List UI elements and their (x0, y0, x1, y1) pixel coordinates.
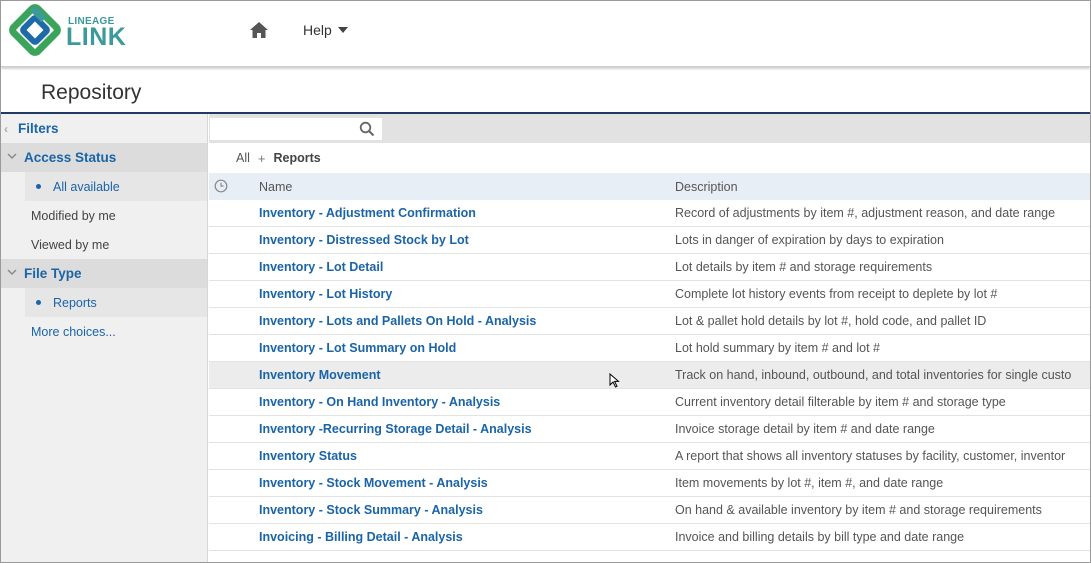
help-menu[interactable]: Help (303, 22, 348, 38)
logo-mark-icon (9, 4, 61, 56)
report-name-link[interactable]: Inventory - Lots and Pallets On Hold - A… (259, 314, 536, 328)
report-description: On hand & available inventory by item # … (675, 503, 1042, 517)
filter-label: Modified by me (31, 208, 116, 223)
filter-label: Viewed by me (31, 237, 110, 252)
table-row[interactable]: Inventory - On Hand Inventory - Analysis… (209, 389, 1090, 416)
report-description: Track on hand, inbound, outbound, and to… (675, 368, 1072, 382)
filter-label: All available (53, 179, 120, 194)
report-name-link[interactable]: Inventory -Recurring Storage Detail - An… (259, 422, 532, 436)
breadcrumb-root[interactable]: All (236, 151, 250, 165)
report-description: Invoice and billing details by bill type… (675, 530, 965, 544)
table-row[interactable]: Inventory - Stock Summary - Analysis On h… (209, 497, 1090, 524)
filters-label: Filters (18, 121, 59, 136)
lineage-link-logo[interactable]: LINEAGE LINK (9, 4, 129, 58)
report-description: A report that shows all inventory status… (675, 449, 1066, 463)
repository-main: All + Reports Name Description Inventory… (209, 114, 1090, 562)
column-header-name[interactable]: Name (259, 180, 292, 194)
mouse-pointer-icon (609, 373, 620, 388)
more-choices-link[interactable]: More choices... (1, 317, 207, 346)
access-status-section-toggle[interactable]: Access Status (1, 143, 207, 172)
chevron-left-icon: ‹ (4, 122, 8, 136)
report-description: Lots in danger of expiration by days to … (675, 233, 944, 247)
report-name-link[interactable]: Inventory - Stock Movement - Analysis (259, 476, 488, 490)
report-name-link[interactable]: Inventory Status (259, 449, 357, 463)
plus-separator-icon: + (257, 150, 266, 166)
report-description: Invoice storage detail by item # and dat… (675, 422, 935, 436)
report-name-link[interactable]: Inventory Movement (259, 368, 381, 382)
section-label-access-status: Access Status (24, 150, 117, 165)
table-header: Name Description (209, 173, 1090, 200)
search-bar (209, 114, 1090, 143)
report-name-link[interactable]: Inventory - Lot Detail (259, 260, 383, 274)
filters-header[interactable]: ‹ Filters (1, 114, 207, 143)
chevron-down-icon (7, 269, 17, 275)
report-name-link[interactable]: Inventory - On Hand Inventory - Analysis (259, 395, 500, 409)
section-label-file-type: File Type (24, 266, 82, 281)
table-row[interactable]: Inventory - Lots and Pallets On Hold - A… (209, 308, 1090, 335)
report-description: Lot & pallet hold details by lot #, hold… (675, 314, 987, 328)
report-description: Complete lot history events from receipt… (675, 287, 998, 301)
filter-reports[interactable]: Reports (1, 288, 207, 317)
breadcrumb-current: Reports (273, 151, 321, 165)
filters-sidebar: ‹ Filters Access Status All available Mo… (1, 114, 208, 562)
top-navigation-bar: LINEAGE LINK Help (1, 1, 1090, 67)
filter-all-available[interactable]: All available (1, 172, 207, 201)
report-description: Item movements by lot #, item #, and dat… (675, 476, 944, 490)
table-row[interactable]: Invoicing - Billing Detail - Analysis Inv… (209, 524, 1090, 551)
table-row[interactable]: Inventory - Lot Detail Lot details by ite… (209, 254, 1090, 281)
logo-text-big: LINK (66, 23, 127, 51)
more-choices-label: More choices... (31, 324, 116, 339)
app-window: LINEAGE LINK Help Repository ‹ Filters A… (0, 0, 1091, 563)
report-name-link[interactable]: Inventory - Adjustment Confirmation (259, 206, 476, 220)
breadcrumb: All + Reports (209, 143, 1090, 173)
selected-bullet-icon (36, 184, 41, 189)
report-description: Lot hold summary by item # and lot # (675, 341, 880, 355)
caret-down-icon (337, 27, 348, 33)
table-row[interactable]: Inventory - Lot History Complete lot hist… (209, 281, 1090, 308)
filter-modified-by-me[interactable]: Modified by me (1, 201, 207, 230)
filter-viewed-by-me[interactable]: Viewed by me (1, 230, 207, 259)
report-description: Current inventory detail filterable by i… (675, 395, 1006, 409)
table-row[interactable]: Inventory - Lot Summary on Hold Lot hold … (209, 335, 1090, 362)
page-header: Repository (1, 71, 1090, 114)
table-row[interactable]: Inventory - Adjustment Confirmation Recor… (209, 200, 1090, 227)
table-row[interactable]: Inventory - Distressed Stock by Lot Lots … (209, 227, 1090, 254)
home-icon[interactable] (248, 20, 270, 40)
table-row[interactable]: Inventory -Recurring Storage Detail - An… (209, 416, 1090, 443)
search-icon[interactable] (359, 121, 375, 137)
column-header-description[interactable]: Description (675, 180, 738, 194)
table-row[interactable]: Inventory Status A report that shows all … (209, 443, 1090, 470)
page-title: Repository (41, 81, 142, 104)
report-name-link[interactable]: Inventory - Lot Summary on Hold (259, 341, 456, 355)
filter-label: Reports (53, 295, 97, 310)
table-row[interactable]: Inventory Movement Track on hand, inbound… (209, 362, 1090, 389)
report-name-link[interactable]: Inventory - Lot History (259, 287, 392, 301)
report-list: Inventory - Adjustment Confirmation Recor… (209, 200, 1090, 551)
report-name-link[interactable]: Inventory - Distressed Stock by Lot (259, 233, 469, 247)
file-type-section-toggle[interactable]: File Type (1, 259, 207, 288)
help-menu-label: Help (303, 22, 332, 38)
report-name-link[interactable]: Invoicing - Billing Detail - Analysis (259, 530, 463, 544)
report-name-link[interactable]: Inventory - Stock Summary - Analysis (259, 503, 483, 517)
chevron-down-icon (7, 153, 17, 159)
table-row[interactable]: Inventory - Stock Movement - Analysis Ite… (209, 470, 1090, 497)
report-description: Lot details by item # and storage requir… (675, 260, 933, 274)
search-input[interactable] (210, 118, 382, 140)
selected-bullet-icon (36, 300, 41, 305)
report-description: Record of adjustments by item #, adjustm… (675, 206, 1056, 220)
clock-icon[interactable] (214, 179, 228, 193)
